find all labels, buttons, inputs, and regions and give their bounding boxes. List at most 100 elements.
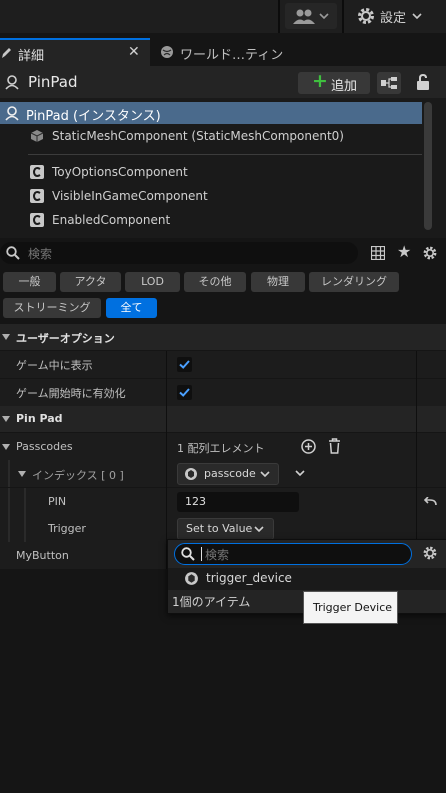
filter-actor[interactable]: アクタ xyxy=(60,272,121,292)
actor-icon xyxy=(5,106,19,121)
pin-input[interactable]: 123 xyxy=(177,492,299,512)
prop-label: ゲーム中に表示 xyxy=(16,359,93,372)
passcodes-count: 1 配列エレメント xyxy=(177,442,265,455)
actor-icon xyxy=(5,75,19,90)
tab-world-settings[interactable]: ワールド…ティング xyxy=(152,38,292,82)
table-view-icon[interactable] xyxy=(371,246,385,260)
component-c-icon xyxy=(30,189,44,203)
static-mesh-icon xyxy=(30,130,44,142)
blueprint-button[interactable] xyxy=(377,72,401,94)
dropdown-value: Set to Value xyxy=(186,522,253,535)
search-icon xyxy=(6,246,20,260)
show-in-game-checkbox[interactable] xyxy=(177,357,192,372)
search-icon xyxy=(181,547,195,561)
lock-icon[interactable] xyxy=(416,73,430,91)
column-divider xyxy=(416,351,417,569)
tooltip-text: Trigger Device xyxy=(313,601,393,614)
add-component-button[interactable]: + 追加 xyxy=(298,70,370,94)
chevron-down-icon xyxy=(2,416,10,422)
close-icon[interactable]: ✕ xyxy=(128,44,140,60)
settings-label: 設定 xyxy=(380,11,407,26)
filter-all[interactable]: 全て xyxy=(106,298,157,318)
prop-label: PIN xyxy=(48,495,67,508)
component-label: VisibleInGameComponent xyxy=(52,189,208,203)
dropdown-value: passcode xyxy=(204,467,256,480)
check-icon xyxy=(179,388,190,397)
section-title: Pin Pad xyxy=(16,412,63,425)
prop-show-in-game: ゲーム中に表示 xyxy=(0,351,446,378)
component-c-icon xyxy=(30,213,44,227)
component-row-instance[interactable]: PinPad (インスタンス) xyxy=(0,102,422,124)
column-divider xyxy=(166,351,167,569)
component-label: EnabledComponent xyxy=(52,213,171,227)
add-label: 追加 xyxy=(331,79,358,94)
component-divider xyxy=(28,154,422,155)
indent-guide xyxy=(8,488,10,515)
reset-arrow-icon[interactable] xyxy=(424,497,437,507)
chevron-down-icon[interactable] xyxy=(18,471,26,477)
indent-guide xyxy=(8,460,10,487)
section-title: ユーザーオプション xyxy=(16,332,115,345)
pin-value: 123 xyxy=(185,495,206,508)
search-input[interactable] xyxy=(26,244,350,264)
users-button[interactable] xyxy=(285,3,337,29)
toolbar-divider-2 xyxy=(342,0,344,33)
prop-label: Trigger xyxy=(48,522,86,535)
chevron-down-icon xyxy=(412,13,422,20)
chevron-down-icon[interactable] xyxy=(295,470,305,477)
trigger-mode-dropdown[interactable]: Set to Value xyxy=(177,518,274,540)
trash-icon[interactable] xyxy=(328,438,341,454)
prop-index-0: インデックス [ 0 ] passcode xyxy=(0,460,446,487)
popup-search-input[interactable] xyxy=(203,545,407,564)
details-search[interactable] xyxy=(0,242,358,264)
component-c-icon xyxy=(30,165,44,179)
component-row-visible-in-game[interactable]: VisibleInGameComponent xyxy=(0,184,422,208)
chevron-down-icon xyxy=(254,526,264,533)
globe-icon xyxy=(161,46,173,58)
check-icon xyxy=(179,360,190,369)
pencil-icon xyxy=(2,48,11,58)
component-label: PinPad (インスタンス) xyxy=(26,109,161,124)
text-cursor xyxy=(201,547,202,561)
tooltip: Trigger Device xyxy=(303,591,398,624)
chevron-down-icon xyxy=(319,13,329,20)
device-icon xyxy=(185,572,198,585)
component-tree-scrollbar[interactable] xyxy=(424,102,432,230)
plus-icon: + xyxy=(312,70,328,92)
gear-icon xyxy=(358,8,374,24)
section-pin-pad[interactable]: Pin Pad xyxy=(0,406,446,432)
passcode-type-dropdown[interactable]: passcode xyxy=(177,463,279,485)
prop-trigger: Trigger Set to Value xyxy=(0,515,446,542)
gear-icon[interactable] xyxy=(422,545,438,561)
tab-details[interactable]: 詳細 ✕ xyxy=(0,38,150,66)
tab-details-label: 詳細 xyxy=(18,49,45,64)
enabled-at-start-checkbox[interactable] xyxy=(177,385,192,400)
popup-search[interactable] xyxy=(174,543,412,565)
add-element-icon[interactable] xyxy=(301,439,316,454)
filter-lod[interactable]: LOD xyxy=(125,272,180,292)
prop-enabled-at-start: ゲーム開始時に有効化 xyxy=(0,379,446,406)
section-user-options[interactable]: ユーザーオプション xyxy=(0,324,446,350)
settings-button[interactable]: 設定 xyxy=(350,3,432,29)
star-icon[interactable]: ★ xyxy=(397,242,411,261)
component-row-toy-options[interactable]: ToyOptionsComponent xyxy=(0,160,422,184)
toolbar-divider xyxy=(278,0,280,33)
filter-streaming[interactable]: ストリーミング xyxy=(3,298,101,318)
prop-passcodes: Passcodes 1 配列エレメント xyxy=(0,433,446,460)
chevron-down-icon[interactable] xyxy=(2,444,10,450)
indent-guide xyxy=(24,488,26,515)
chevron-down-icon xyxy=(2,334,10,340)
actor-name: PinPad xyxy=(28,73,78,91)
popup-list-item[interactable]: trigger_device xyxy=(168,568,446,590)
component-label: ToyOptionsComponent xyxy=(52,165,188,179)
filter-misc[interactable]: その他 xyxy=(184,272,246,292)
chevron-down-icon xyxy=(260,471,270,478)
gear-icon[interactable] xyxy=(422,245,438,261)
filter-general[interactable]: 一般 xyxy=(3,272,56,292)
struct-icon xyxy=(185,468,197,480)
filter-rendering[interactable]: レンダリング xyxy=(309,272,399,292)
component-row-enabled[interactable]: EnabledComponent xyxy=(0,208,422,232)
component-row-static-mesh[interactable]: StaticMeshComponent (StaticMeshComponent… xyxy=(0,124,422,148)
prop-label: ゲーム開始時に有効化 xyxy=(16,387,126,400)
filter-physics[interactable]: 物理 xyxy=(251,272,305,292)
